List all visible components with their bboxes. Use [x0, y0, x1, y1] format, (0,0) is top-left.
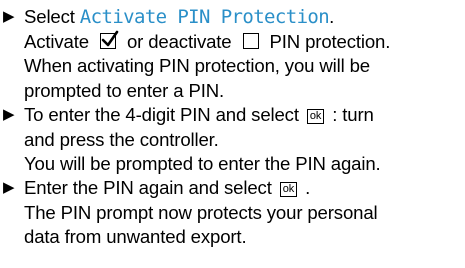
- ok-key-icon: ok: [279, 182, 298, 197]
- step-1-period: .: [329, 6, 335, 27]
- step-1: ▶ Select Activate PIN Protection. Activa…: [0, 5, 390, 103]
- step-1-line-3: When activating PIN protection, you will…: [24, 55, 370, 76]
- step-3-period: .: [300, 177, 311, 198]
- step-2-line-1: To enter the 4-digit PIN and select ok :…: [24, 103, 381, 128]
- step-2-line-3: You will be prompted to enter the PIN ag…: [24, 153, 381, 174]
- step-3-line-1: Enter the PIN again and select ok .: [24, 176, 378, 201]
- bullet-arrow-icon: ▶: [3, 8, 15, 25]
- step-3-enter-text: Enter the PIN again and select: [24, 177, 277, 198]
- checkbox-unchecked-icon: [242, 32, 259, 49]
- step-2-turn-text: : turn: [327, 104, 374, 125]
- step-3: ▶ Enter the PIN again and select ok . Th…: [0, 176, 378, 250]
- step-2-enter-text: To enter the 4-digit PIN and select: [24, 104, 304, 125]
- checkbox-checked-icon: [99, 30, 119, 49]
- step-2: ▶ To enter the 4-digit PIN and select ok…: [0, 103, 381, 177]
- step-2-line-2: and press the controller.: [24, 128, 219, 150]
- step-1-protection-text: PIN protection.: [264, 30, 391, 52]
- step-3-line-3: data from unwanted export.: [24, 226, 247, 247]
- step-1-deactivate-text: or deactivate: [121, 30, 237, 52]
- step-1-activate-text: Activate: [24, 30, 94, 52]
- step-1-select-text: Select: [24, 6, 80, 27]
- step-3-line-2: The PIN prompt now protects your persona…: [24, 201, 378, 223]
- step-1-line-2: Activate or deactivate PIN protection.: [24, 30, 390, 55]
- bullet-arrow-icon: ▶: [3, 179, 15, 196]
- step-1-line-1: Select Activate PIN Protection.: [24, 5, 390, 30]
- bullet-arrow-icon: ▶: [3, 106, 15, 123]
- step-1-line-4: prompted to enter a PIN.: [24, 79, 225, 101]
- ok-key-icon: ok: [306, 109, 325, 124]
- menu-item-activate-pin-protection: Activate PIN Protection: [79, 6, 330, 28]
